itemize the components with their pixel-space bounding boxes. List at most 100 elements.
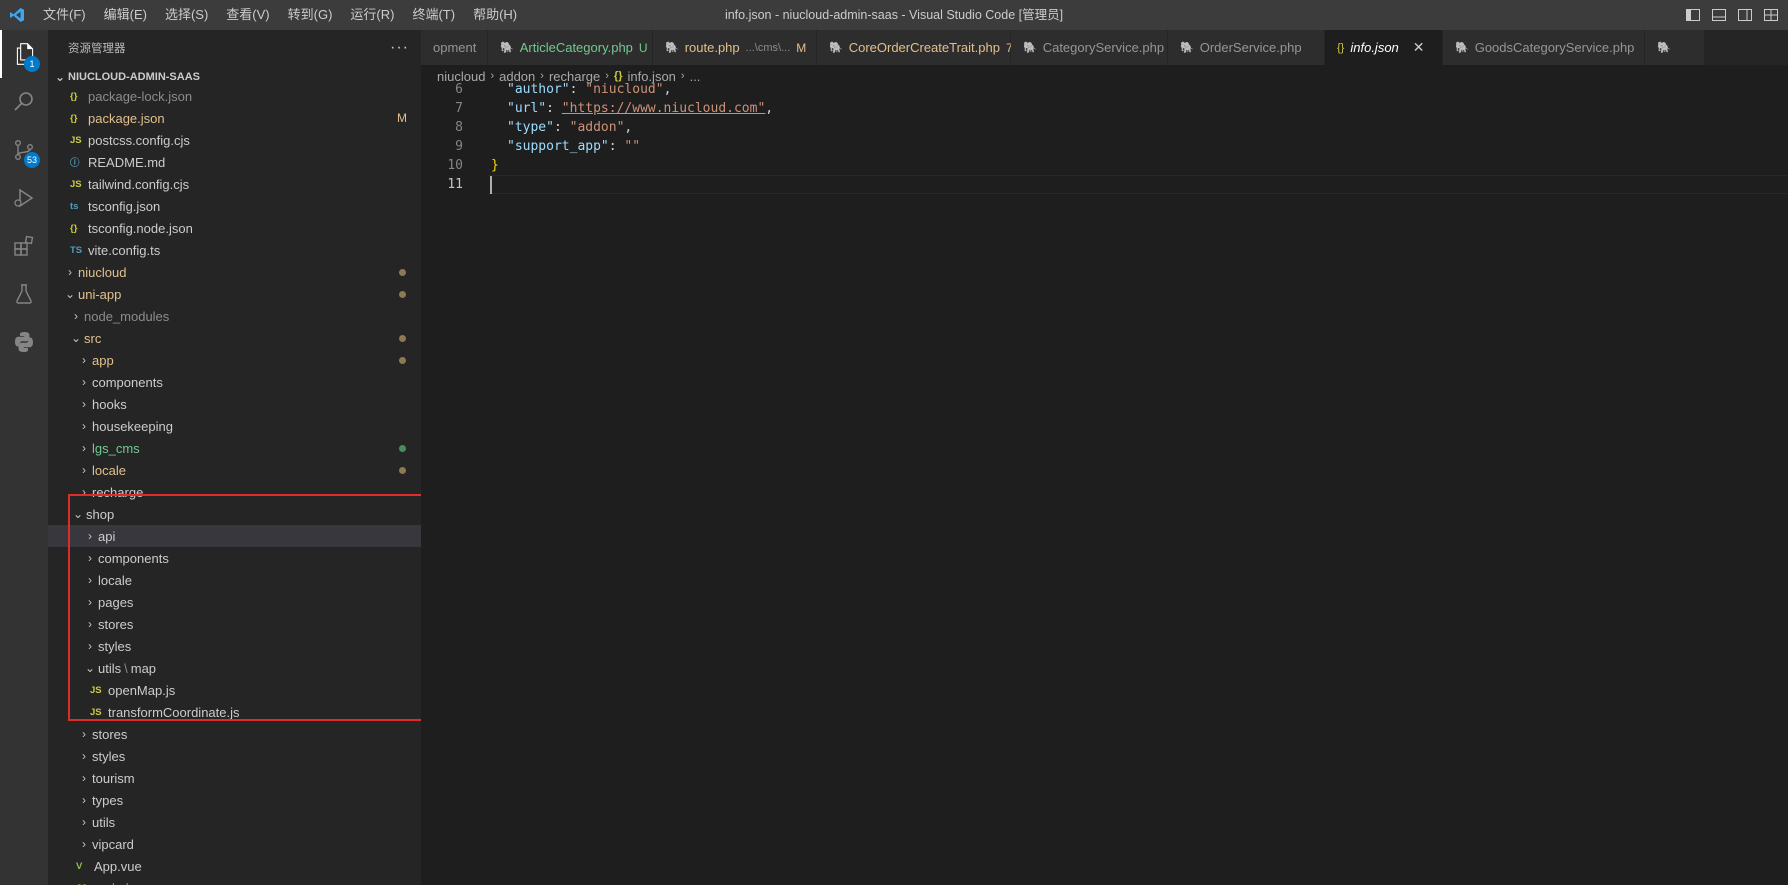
folder-row[interactable]: › recharge: [48, 481, 421, 503]
tab-label: CoreOrderCreateTrait.php: [848, 40, 1000, 55]
editor-tab[interactable]: 🐘: [1645, 30, 1705, 65]
workspace-title: NIUCLOUD-ADMIN-SAAS: [68, 71, 200, 83]
flask-icon: [16, 284, 32, 304]
file-row[interactable]: JS postcss.config.cjs: [48, 129, 421, 151]
folder-row[interactable]: › app: [48, 349, 421, 371]
editor-tab[interactable]: 🐘 CategoryService.php: [1011, 30, 1168, 65]
menu-item[interactable]: 文件(F): [34, 0, 95, 30]
code-editor[interactable]: 6 "author": "niucloud", 7 "url": "https://w…: [421, 82, 1788, 885]
folder-row[interactable]: › pages: [48, 591, 421, 613]
json-value[interactable]: "https://www.niucloud.com": [562, 101, 766, 116]
menu-item[interactable]: 编辑(E): [95, 0, 156, 30]
editor-tab[interactable]: 🐘 route.php ...\cms\... M: [653, 30, 817, 65]
run-debug-icon: [14, 188, 34, 208]
folder-row[interactable]: ⌄ shop: [48, 503, 421, 525]
file-row[interactable]: TS vite.config.ts: [48, 239, 421, 261]
chevron-right-icon: ›: [82, 463, 86, 477]
folder-row[interactable]: › node_modules: [48, 305, 421, 327]
file-row[interactable]: JSmain.js: [48, 877, 421, 885]
folder-row[interactable]: › types: [48, 789, 421, 811]
tab-path: ...\cms\...: [745, 41, 791, 54]
folder-row[interactable]: › api: [48, 525, 421, 547]
menu-item[interactable]: 终端(T): [403, 0, 464, 30]
folder-row[interactable]: › vipcard: [48, 833, 421, 855]
explorer-activity[interactable]: 1: [0, 30, 48, 78]
folder-row[interactable]: › hooks: [48, 393, 421, 415]
python-activity[interactable]: [0, 318, 48, 366]
testing-activity[interactable]: [0, 270, 48, 318]
folder-row[interactable]: ⌄ uni-app: [48, 283, 421, 305]
git-status-mark: M: [397, 111, 407, 125]
chevron-right-icon: ›: [88, 595, 92, 609]
run-debug-activity[interactable]: [0, 174, 48, 222]
file-row[interactable]: JS transformCoordinate.js: [48, 701, 421, 723]
folder-row[interactable]: › tourism: [48, 767, 421, 789]
folder-row[interactable]: › stores: [48, 723, 421, 745]
folder-row[interactable]: › components: [48, 371, 421, 393]
chevron-right-icon: ›: [88, 551, 92, 565]
folder-row[interactable]: ⌄ src: [48, 327, 421, 349]
toggle-panel-icon[interactable]: [1708, 4, 1730, 26]
menu-item[interactable]: 帮助(H): [464, 0, 526, 30]
source-control-activity[interactable]: 53: [0, 126, 48, 174]
activity-bar: 1 53: [0, 30, 48, 885]
line-number: 9: [455, 139, 463, 154]
chevron-down-icon: ⌄: [72, 507, 84, 521]
editor-tab[interactable]: opment: [421, 30, 488, 65]
file-row[interactable]: ⓘ README.md: [48, 151, 421, 173]
chevron-right-icon: ›: [82, 397, 86, 411]
json-comma: ,: [624, 120, 633, 135]
search-activity[interactable]: [0, 78, 48, 126]
toggle-primary-sidebar-icon[interactable]: [1682, 4, 1704, 26]
tree-item-label: package.json: [88, 110, 165, 126]
php-elephant-icon: 🐘: [1455, 42, 1469, 54]
tree-item-label: openMap.js: [108, 682, 176, 698]
folder-row[interactable]: › stores: [48, 613, 421, 635]
folder-row[interactable]: › components: [48, 547, 421, 569]
folder-row[interactable]: › styles: [48, 745, 421, 767]
menu-item[interactable]: 运行(R): [341, 0, 403, 30]
toggle-secondary-sidebar-icon[interactable]: [1734, 4, 1756, 26]
editor-tab[interactable]: 🐘 ArticleCategory.php U: [488, 30, 653, 65]
folder-row[interactable]: › utils: [48, 811, 421, 833]
file-row[interactable]: {} package.json M: [48, 107, 421, 129]
menu-item[interactable]: 选择(S): [156, 0, 217, 30]
folder-row[interactable]: › locale: [48, 569, 421, 591]
folder-row[interactable]: › lgs_cms: [48, 437, 421, 459]
path-separator: \: [124, 660, 128, 676]
folder-row[interactable]: › housekeeping: [48, 415, 421, 437]
editor-tab[interactable]: 🐘 OrderService.php: [1168, 30, 1325, 65]
more-actions-icon[interactable]: ···: [390, 39, 409, 57]
file-row[interactable]: V App.vue: [48, 855, 421, 877]
source-control-badge: 53: [23, 152, 40, 168]
workspace-section-header[interactable]: ⌄ NIUCLOUD-ADMIN-SAAS: [48, 66, 421, 88]
editor-tab[interactable]: 🐘 GoodsCategoryService.php: [1443, 30, 1645, 65]
file-row[interactable]: {} tsconfig.node.json: [48, 217, 421, 239]
menu-item[interactable]: 转到(G): [279, 0, 342, 30]
menu-item[interactable]: 查看(V): [217, 0, 278, 30]
folder-row[interactable]: › niucloud: [48, 261, 421, 283]
chevron-down-icon: ⌄: [54, 70, 66, 84]
tree-item-label: package-lock.json: [88, 88, 193, 104]
menu-bar: 文件(F) 编辑(E) 选择(S) 查看(V) 转到(G) 运行(R) 终端(T) 帮助(H): [34, 0, 526, 30]
layout-controls: [1682, 0, 1782, 30]
close-icon[interactable]: ✕: [1413, 39, 1425, 56]
file-row[interactable]: ts tsconfig.json: [48, 195, 421, 217]
editor-tab[interactable]: {} info.json ✕: [1325, 30, 1443, 65]
folder-row[interactable]: › locale: [48, 459, 421, 481]
folder-row[interactable]: ⌄ utils \ map: [48, 657, 421, 679]
editor-tab[interactable]: 🐘 CoreOrderCreateTrait.php 7: [817, 30, 1013, 65]
file-row[interactable]: JS openMap.js: [48, 679, 421, 701]
file-row[interactable]: {} package-lock.json: [48, 88, 421, 107]
tree-item-label: tourism: [92, 770, 135, 786]
folder-row[interactable]: › styles: [48, 635, 421, 657]
tree-item-label: niucloud: [78, 264, 127, 280]
tree-item-label: main.js: [94, 881, 135, 885]
file-row[interactable]: JS tailwind.config.cjs: [48, 173, 421, 195]
tree-item-label: transformCoordinate.js: [108, 704, 240, 720]
customize-layout-icon[interactable]: [1760, 4, 1782, 26]
tree-item-label: tsconfig.node.json: [88, 220, 193, 236]
explorer-badge: 1: [24, 56, 40, 72]
extensions-activity[interactable]: [0, 222, 48, 270]
git-status-dot: [399, 335, 406, 342]
